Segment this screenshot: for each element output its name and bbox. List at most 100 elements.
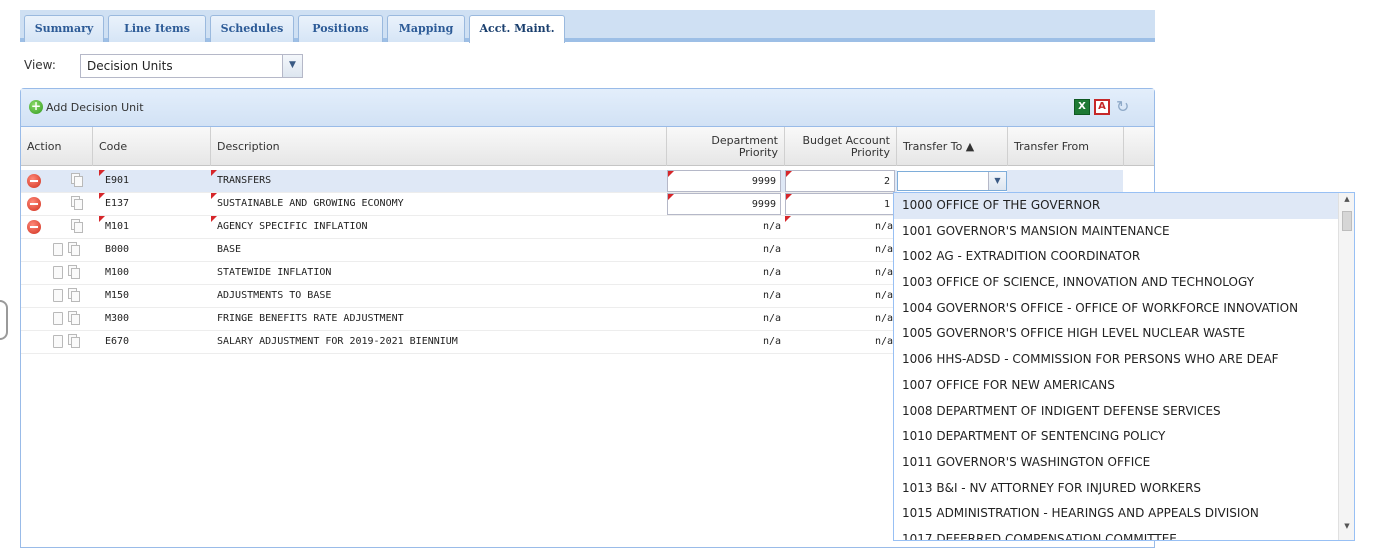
budget-priority-input[interactable]: 1 (785, 193, 895, 215)
budget-priority-cell: n/a (874, 290, 893, 301)
delete-circle-icon[interactable] (27, 197, 41, 211)
budget-priority-cell: n/a (874, 244, 893, 255)
copy-icon[interactable] (68, 265, 80, 279)
view-select[interactable]: Decision Units ▼ (80, 54, 303, 78)
budget-priority-cell: n/a (874, 267, 893, 278)
tab-positions[interactable]: Positions (298, 15, 383, 42)
description-cell[interactable]: SUSTAINABLE AND GROWING ECONOMY (211, 193, 667, 215)
document-icon (53, 289, 63, 302)
department-priority-cell: n/a (762, 336, 781, 347)
copy-icon[interactable] (71, 173, 83, 187)
list-item[interactable]: 1002 AG - EXTRADITION COORDINATOR (894, 244, 1354, 270)
department-priority-input[interactable]: 9999 (667, 193, 781, 215)
col-transfer-to[interactable]: Transfer To ▲ (897, 127, 1008, 166)
add-decision-unit-label: Add Decision Unit (46, 100, 144, 114)
delete-circle-icon[interactable] (27, 220, 41, 234)
list-item[interactable]: 1010 DEPARTMENT OF SENTENCING POLICY (894, 424, 1354, 450)
document-icon (53, 312, 63, 325)
list-item[interactable]: 1008 DEPARTMENT OF INDIGENT DEFENSE SERV… (894, 399, 1354, 425)
budget-priority-input[interactable]: 2 (785, 170, 895, 192)
copy-icon[interactable] (68, 242, 80, 256)
code-cell: M150 (105, 290, 130, 301)
add-decision-unit-button[interactable]: + Add Decision Unit (29, 100, 144, 114)
list-item[interactable]: 1017 DEFERRED COMPENSATION COMMITTEE (894, 527, 1354, 540)
description-cell: BASE (217, 244, 242, 255)
list-item[interactable]: 1004 GOVERNOR'S OFFICE - OFFICE OF WORKF… (894, 296, 1354, 322)
table-row[interactable]: M150 ADJUSTMENTS TO BASE n/a n/a (21, 285, 897, 308)
document-icon (53, 266, 63, 279)
department-priority-cell: n/a (762, 221, 781, 232)
table-row[interactable]: B000 BASE n/a n/a (21, 239, 897, 262)
tab-summary[interactable]: Summary (24, 15, 104, 42)
department-priority-cell: n/a (762, 313, 781, 324)
col-action[interactable]: Action (21, 127, 93, 166)
description-cell[interactable]: TRANSFERS (211, 170, 667, 192)
scroll-down-icon[interactable]: ▼ (1339, 522, 1354, 530)
department-priority-cell: n/a (762, 244, 781, 255)
tab-acct-maint[interactable]: Acct. Maint. (469, 15, 565, 43)
list-item[interactable]: 1006 HHS-ADSD - COMMISSION FOR PERSONS W… (894, 347, 1354, 373)
copy-icon[interactable] (71, 219, 83, 233)
chevron-down-icon[interactable]: ▼ (282, 55, 302, 77)
code-cell: M100 (105, 267, 130, 278)
table-row[interactable]: M101 AGENCY SPECIFIC INFLATION n/a n/a (21, 216, 897, 239)
pdf-export-icon[interactable]: A (1094, 99, 1110, 115)
description-cell[interactable]: AGENCY SPECIFIC INFLATION (211, 216, 667, 238)
department-priority-input[interactable]: 9999 (667, 170, 781, 192)
dropdown-scrollbar[interactable]: ▲ ▼ (1338, 193, 1354, 540)
copy-icon[interactable] (68, 311, 80, 325)
list-item[interactable]: 1000 OFFICE OF THE GOVERNOR (894, 193, 1354, 219)
table-row[interactable]: E137 SUSTAINABLE AND GROWING ECONOMY 999… (21, 193, 897, 216)
table-row[interactable]: E901 TRANSFERS 9999 2 (21, 170, 897, 193)
code-cell: B000 (105, 244, 130, 255)
scroll-up-icon[interactable]: ▲ (1339, 195, 1354, 203)
copy-icon[interactable] (71, 196, 83, 210)
document-icon (53, 243, 63, 256)
copy-icon[interactable] (68, 288, 80, 302)
list-item[interactable]: 1003 OFFICE OF SCIENCE, INNOVATION AND T… (894, 270, 1354, 296)
code-cell: E670 (105, 336, 130, 347)
tab-schedules[interactable]: Schedules (210, 15, 294, 42)
code-cell: M300 (105, 313, 130, 324)
tab-mapping[interactable]: Mapping (387, 15, 465, 42)
table-row[interactable]: E670 SALARY ADJUSTMENT FOR 2019-2021 BIE… (21, 331, 897, 354)
excel-export-icon[interactable]: X (1074, 99, 1090, 115)
list-item[interactable]: 1011 GOVERNOR'S WASHINGTON OFFICE (894, 450, 1354, 476)
department-priority-cell: n/a (762, 290, 781, 301)
description-cell: FRINGE BENEFITS RATE ADJUSTMENT (217, 313, 404, 324)
code-cell[interactable]: E137 (99, 193, 209, 215)
list-item[interactable]: 1013 B&I - NV ATTORNEY FOR INJURED WORKE… (894, 476, 1354, 502)
table-row[interactable]: M100 STATEWIDE INFLATION n/a n/a (21, 262, 897, 285)
delete-circle-icon[interactable] (27, 174, 41, 188)
view-select-value: Decision Units (87, 59, 173, 73)
tab-bar: Summary Line Items Schedules Positions M… (20, 10, 1155, 43)
description-cell: SALARY ADJUSTMENT FOR 2019-2021 BIENNIUM (217, 336, 458, 347)
list-item[interactable]: 1015 ADMINISTRATION - HEARINGS AND APPEA… (894, 501, 1354, 527)
scrollbar-thumb[interactable] (1342, 211, 1352, 231)
table-row[interactable]: M300 FRINGE BENEFITS RATE ADJUSTMENT n/a… (21, 308, 897, 331)
col-transfer-from[interactable]: Transfer From (1008, 127, 1124, 166)
transfer-to-dropdown[interactable]: 1000 OFFICE OF THE GOVERNOR 1001 GOVERNO… (893, 192, 1355, 541)
col-budget-account-priority[interactable]: Budget Account Priority (785, 127, 897, 166)
col-department-priority[interactable]: Department Priority (667, 127, 785, 166)
transfer-to-combo[interactable]: ▼ (897, 171, 1007, 191)
budget-priority-cell: n/a (874, 336, 893, 347)
budget-priority-cell: n/a (874, 313, 893, 324)
refresh-icon[interactable]: ↻ (1116, 99, 1132, 115)
transfer-from-cell[interactable] (1007, 170, 1123, 192)
description-cell: ADJUSTMENTS TO BASE (217, 290, 332, 301)
list-item[interactable]: 1007 OFFICE FOR NEW AMERICANS (894, 373, 1354, 399)
list-item[interactable]: 1001 GOVERNOR'S MANSION MAINTENANCE (894, 219, 1354, 245)
collapse-handle[interactable] (0, 300, 8, 340)
code-cell[interactable]: M101 (99, 216, 209, 238)
code-cell[interactable]: E901 (99, 170, 209, 192)
chevron-down-icon[interactable]: ▼ (988, 172, 1006, 190)
copy-icon[interactable] (68, 334, 80, 348)
col-code[interactable]: Code (93, 127, 211, 166)
tab-line-items[interactable]: Line Items (108, 15, 206, 42)
add-circle-icon: + (29, 99, 43, 114)
col-description[interactable]: Description (211, 127, 667, 166)
document-icon (53, 335, 63, 348)
list-item[interactable]: 1005 GOVERNOR'S OFFICE HIGH LEVEL NUCLEA… (894, 321, 1354, 347)
grid-toolbar: + Add Decision Unit X A ↻ (21, 89, 1154, 127)
